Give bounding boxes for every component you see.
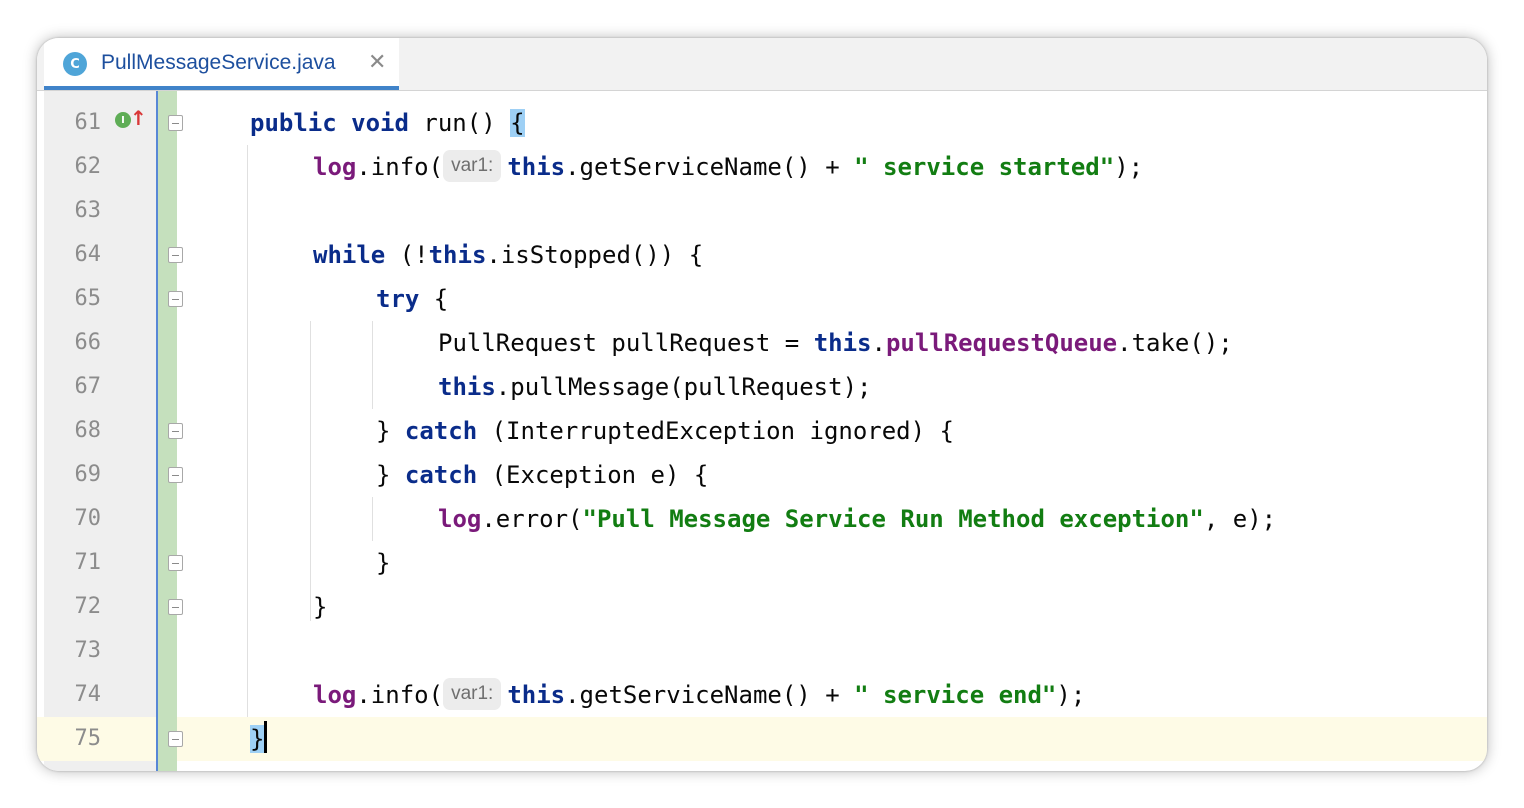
code-token: this [813, 329, 872, 357]
code-token: catch [404, 417, 478, 445]
close-icon[interactable]: ✕ [368, 50, 386, 75]
line-number: 74 [74, 682, 102, 707]
fold-toggle-icon[interactable] [168, 291, 183, 307]
code-line-68: } catch (InterruptedException ignored) { [376, 409, 954, 453]
line-number: 65 [74, 286, 102, 311]
fold-toggle-icon[interactable] [168, 599, 183, 615]
code-token: void [351, 109, 409, 137]
code-token: .error( [481, 505, 583, 533]
code-token: while [313, 241, 386, 269]
code-token: catch [404, 461, 478, 489]
fold-toggle-icon[interactable] [168, 115, 183, 131]
code-line-69: } catch (Exception e) { [376, 453, 708, 497]
indent-guide [247, 145, 248, 717]
code-editor[interactable]: 61 62 63 64 65 66 67 68 69 70 71 72 73 7… [37, 91, 1487, 771]
line-number: 70 [74, 506, 102, 531]
code-token: .isStopped()) { [486, 241, 704, 269]
code-token: this [428, 241, 487, 269]
code-token: this [438, 373, 496, 401]
code-token: } [376, 461, 405, 489]
tab-pull-message-service[interactable]: C PullMessageService.java ✕ [44, 38, 399, 90]
fold-toggle-icon[interactable] [168, 247, 183, 263]
line-number: 72 [74, 594, 102, 619]
code-token: .info( [356, 153, 444, 181]
code-token: } [376, 549, 391, 577]
code-token: run() [408, 109, 511, 137]
overrides-arrow-icon[interactable]: ↑ [130, 106, 147, 130]
tab-bar: C PullMessageService.java ✕ [37, 38, 1487, 91]
indent-guide [372, 321, 373, 409]
line-number: 69 [74, 462, 102, 487]
code-token: .pullMessage(pullRequest); [495, 373, 872, 401]
code-token: ); [1056, 681, 1086, 709]
matched-brace: { [510, 109, 525, 137]
line-number: 75 [74, 726, 102, 751]
code-line-66: PullRequest pullRequest = this.pullReque… [438, 321, 1233, 365]
code-token: public [250, 109, 337, 137]
tab-file-name: PullMessageService.java [101, 51, 336, 74]
code-token: .info( [356, 681, 444, 709]
line-number: 62 [74, 154, 102, 179]
code-token: this [507, 153, 566, 181]
parameter-hint: var1: [443, 150, 502, 182]
matched-brace: } [250, 725, 265, 753]
parameter-hint: var1: [443, 678, 502, 710]
code-token: , e); [1203, 505, 1277, 533]
code-token: PullRequest pullRequest = [438, 329, 814, 357]
code-token: (InterruptedException ignored) { [477, 417, 954, 445]
code-line-70: log.error("Pull Message Service Run Meth… [438, 497, 1276, 541]
code-line-71: } [376, 541, 390, 585]
implements-method-icon[interactable]: I [115, 112, 131, 128]
code-token: (Exception e) { [477, 461, 709, 489]
line-number: 64 [74, 242, 102, 267]
code-line-61: public void run() { [250, 101, 525, 145]
code-token: try [376, 285, 420, 313]
fold-toggle-icon[interactable] [168, 467, 183, 483]
code-token: . [871, 329, 886, 357]
code-token: log [313, 153, 357, 181]
editor-window: C PullMessageService.java ✕ 61 62 63 64 … [37, 38, 1487, 771]
code-line-72: } [313, 585, 327, 629]
code-line-74: log.info(var1: this.getServiceName() + " … [313, 673, 1085, 717]
code-token: } [376, 417, 405, 445]
code-string: "Pull Message Service Run Method excepti… [582, 505, 1204, 533]
fold-toggle-icon[interactable] [168, 731, 183, 747]
code-token: .take(); [1117, 329, 1233, 357]
line-number: 73 [74, 638, 102, 663]
indent-guide [310, 321, 311, 621]
code-line-75: } [250, 717, 268, 761]
indent-guide [372, 497, 373, 541]
code-token: ); [1114, 153, 1144, 181]
code-field: pullRequestQueue [885, 329, 1118, 357]
code-line-67: this.pullMessage(pullRequest); [438, 365, 871, 409]
line-number: 67 [74, 374, 102, 399]
line-number: 71 [74, 550, 102, 575]
fold-toggle-icon[interactable] [168, 555, 183, 571]
code-token: (! [385, 241, 429, 269]
fold-toggle-icon[interactable] [168, 423, 183, 439]
line-number: 68 [74, 418, 102, 443]
code-token: { [419, 285, 449, 313]
code-string: " service started" [854, 153, 1115, 181]
code-line-62: log.info(var1: this.getServiceName() + " … [313, 145, 1143, 189]
text-caret [264, 721, 268, 753]
code-token: } [313, 593, 328, 621]
java-class-icon: C [63, 52, 87, 76]
line-number: 66 [74, 330, 102, 355]
code-line-64: while (!this.isStopped()) { [313, 233, 703, 277]
code-token: .getServiceName() + [565, 153, 855, 181]
line-number: 61 [74, 110, 102, 135]
code-line-65: try { [376, 277, 448, 321]
line-number: 63 [74, 198, 102, 223]
code-token: log [313, 681, 357, 709]
code-token: .getServiceName() + [565, 681, 855, 709]
code-token: log [438, 505, 482, 533]
code-token: this [507, 681, 566, 709]
code-string: " service end" [854, 681, 1057, 709]
